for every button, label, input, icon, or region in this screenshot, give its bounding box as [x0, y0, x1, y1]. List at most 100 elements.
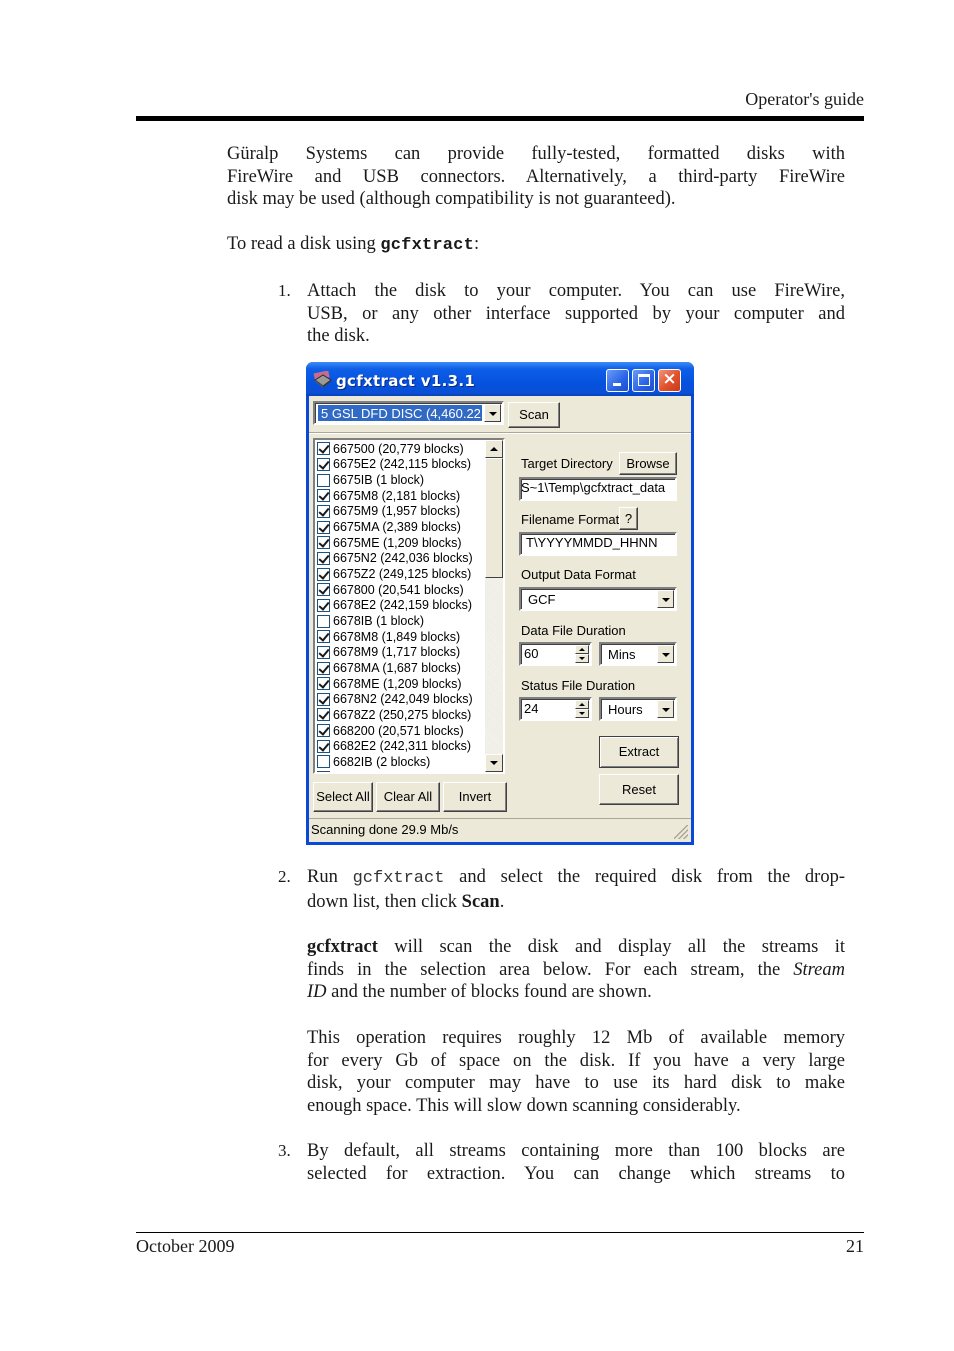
step-line: USB, or any other interface supported by… — [307, 303, 845, 324]
chevron-down-icon[interactable] — [657, 590, 674, 608]
spin-up-icon[interactable] — [575, 645, 589, 654]
stream-checkbox[interactable] — [317, 536, 330, 550]
maximize-button[interactable] — [632, 369, 655, 392]
stream-list-item[interactable]: 6675M8 (2,181 blocks) — [315, 488, 485, 504]
intro-line: FireWire and USB connectors. Alternative… — [227, 166, 845, 187]
stream-checkbox[interactable] — [317, 771, 330, 772]
stream-list-item[interactable]: 6678N2 (242,049 blocks) — [315, 692, 485, 708]
stream-label: 667800 (20,541 blocks) — [333, 582, 464, 597]
chevron-down-icon[interactable] — [484, 404, 501, 422]
window-client: 5 GSL DFD DISC (4,460.22 Scan 667500 (20… — [309, 396, 691, 842]
output-data-format-select[interactable]: GCF — [519, 587, 677, 611]
page-number: 21 — [846, 1236, 864, 1256]
stream-checkbox[interactable] — [317, 708, 330, 722]
stream-list-item[interactable]: 6682M8 (1,398 blocks) — [315, 770, 485, 772]
stream-list-item[interactable]: 6678E2 (242,159 blocks) — [315, 598, 485, 614]
status-file-duration-unit-select[interactable]: Hours — [599, 697, 677, 721]
extract-button[interactable]: Extract — [599, 736, 679, 768]
chevron-down-icon[interactable] — [657, 700, 674, 718]
select-all-button[interactable]: Select All — [313, 782, 373, 812]
status-file-duration-spinner[interactable]: 24 — [519, 697, 592, 721]
stream-list-item[interactable]: 6675M9 (1,957 blocks) — [315, 504, 485, 520]
stream-checkbox[interactable] — [317, 551, 330, 565]
stream-label: 6675MA (2,389 blocks) — [333, 520, 461, 535]
stream-label: 6682E2 (242,311 blocks) — [333, 739, 472, 754]
stream-list-item[interactable]: 6682IB (2 blocks) — [315, 754, 485, 770]
stream-checkbox[interactable] — [317, 457, 330, 471]
stream-checkbox[interactable] — [317, 692, 330, 706]
resize-grip-icon[interactable] — [674, 825, 688, 839]
stream-checkbox[interactable] — [317, 724, 330, 738]
drive-select[interactable]: 5 GSL DFD DISC (4,460.22 — [313, 401, 504, 425]
spin-up-icon[interactable] — [575, 700, 589, 709]
target-directory-input[interactable]: S~1\Temp\gcfxtract_data — [519, 477, 677, 501]
stream-list-item[interactable]: 6675ME (1,209 blocks) — [315, 535, 485, 551]
stream-checkbox[interactable] — [317, 442, 330, 456]
scroll-up-icon[interactable] — [485, 440, 503, 458]
stream-label: 6678IB (1 block) — [333, 614, 425, 629]
stream-label: 6675IB (1 block) — [333, 473, 425, 488]
stream-list-item[interactable]: 6678M9 (1,717 blocks) — [315, 645, 485, 661]
stream-checkbox[interactable] — [317, 677, 330, 691]
stream-list-item[interactable]: 6675N2 (242,036 blocks) — [315, 551, 485, 567]
stream-list-item[interactable]: 6675E2 (242,115 blocks) — [315, 457, 485, 473]
text: . — [499, 891, 505, 912]
stream-label: 6678M9 (1,717 blocks) — [333, 645, 461, 660]
stream-list-item[interactable]: 668200 (20,571 blocks) — [315, 723, 485, 739]
reset-button[interactable]: Reset — [599, 774, 679, 805]
stream-checkbox[interactable] — [317, 473, 330, 487]
stream-label: 6678ME (1,209 blocks) — [333, 676, 462, 691]
step-line: ID and the number of blocks found are sh… — [307, 981, 845, 1004]
stream-checkbox[interactable] — [317, 755, 330, 769]
stream-label: 6675M9 (1,957 blocks) — [333, 504, 461, 519]
stream-list-item[interactable]: 6678M8 (1,849 blocks) — [315, 629, 485, 645]
scrollbar[interactable] — [485, 440, 503, 772]
stream-list-item[interactable]: 667800 (20,541 blocks) — [315, 582, 485, 598]
invert-button[interactable]: Invert — [443, 782, 507, 812]
command-emphasis: gcfxtract — [307, 937, 378, 957]
chevron-down-icon[interactable] — [657, 645, 674, 663]
stream-list-item[interactable]: 6675IB (1 block) — [315, 472, 485, 488]
stream-checkbox[interactable] — [317, 489, 330, 503]
data-file-duration-unit-select[interactable]: Mins — [599, 642, 677, 666]
stream-list-item[interactable]: 6678ME (1,209 blocks) — [315, 676, 485, 692]
stream-checkbox[interactable] — [317, 661, 330, 675]
stream-checkbox[interactable] — [317, 598, 330, 612]
clear-all-button[interactable]: Clear All — [376, 782, 440, 812]
title-bar[interactable]: gcfxtract v1.3.1 × — [306, 362, 694, 396]
stream-list-item[interactable]: 6675Z2 (249,125 blocks) — [315, 566, 485, 582]
filename-help-button[interactable]: ? — [619, 507, 638, 530]
filename-format-input[interactable]: T\YYYYMMDD_HHNN — [519, 532, 677, 556]
data-file-duration-label: Data File Duration — [521, 623, 626, 638]
close-button[interactable]: × — [658, 369, 681, 392]
stream-checkbox[interactable] — [317, 739, 330, 753]
running-head-title: Operator's guide — [745, 89, 864, 109]
stream-list-item[interactable]: 6678IB (1 block) — [315, 613, 485, 629]
browse-button[interactable]: Browse — [619, 452, 677, 475]
scroll-down-icon[interactable] — [485, 754, 503, 772]
stream-list-item[interactable]: 6682E2 (242,311 blocks) — [315, 738, 485, 754]
stream-checkbox[interactable] — [317, 504, 330, 518]
step-line: gcfxtract will scan the disk and display… — [307, 936, 845, 959]
stream-list-item[interactable]: 6675MA (2,389 blocks) — [315, 519, 485, 535]
stream-list[interactable]: 667500 (20,779 blocks) 6675E2 (242,115 bl… — [313, 438, 505, 774]
spin-down-icon[interactable] — [575, 709, 589, 718]
stream-checkbox[interactable] — [317, 583, 330, 597]
data-file-duration-spinner[interactable]: 60 — [519, 642, 592, 666]
stream-checkbox[interactable] — [317, 630, 330, 644]
stream-checkbox[interactable] — [317, 645, 330, 659]
step-2: 2. Run gcfxtract and select the required… — [278, 866, 845, 913]
stream-checkbox[interactable] — [317, 520, 330, 534]
stream-list-item[interactable]: 667500 (20,779 blocks) — [315, 441, 485, 457]
scan-button[interactable]: Scan — [508, 402, 560, 428]
stream-checkbox[interactable] — [317, 614, 330, 628]
read-paragraph: To read a disk using gcfxtract: — [227, 233, 845, 258]
stream-list-item[interactable]: 6678Z2 (250,275 blocks) — [315, 707, 485, 723]
scroll-thumb[interactable] — [485, 458, 503, 578]
spin-down-icon[interactable] — [575, 654, 589, 663]
stream-checkbox[interactable] — [317, 567, 330, 581]
output-data-format-label: Output Data Format — [521, 567, 636, 582]
stream-list-item[interactable]: 6678MA (1,687 blocks) — [315, 660, 485, 676]
minimize-button[interactable] — [606, 369, 629, 392]
status-text: Scanning done 29.9 Mb/s — [311, 822, 459, 837]
